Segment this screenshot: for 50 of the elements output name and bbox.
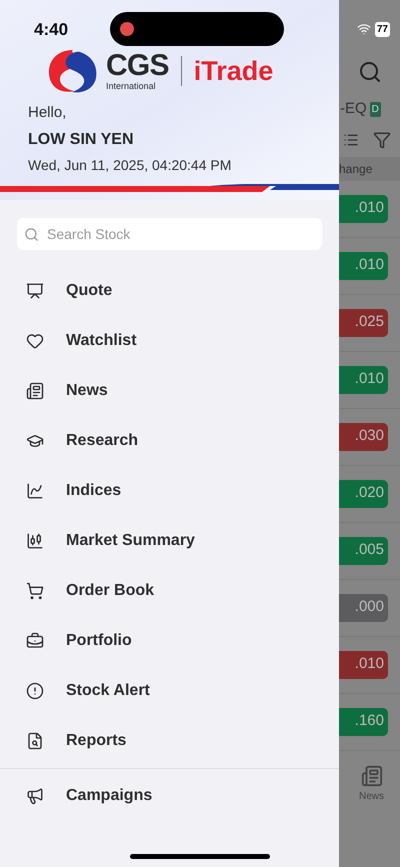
alert-icon xyxy=(26,682,44,700)
search-icon xyxy=(24,227,39,242)
menu-item[interactable]: Quote xyxy=(0,266,339,316)
news-icon xyxy=(360,764,382,786)
change-pill: .000 xyxy=(339,594,388,622)
wifi-icon xyxy=(356,22,371,36)
nav-label: News xyxy=(358,790,384,804)
menu-item[interactable]: Stock Alert xyxy=(0,666,339,716)
brand-name: CGS xyxy=(106,51,169,81)
menu-item[interactable]: Research xyxy=(0,416,339,466)
menu-item[interactable]: Order Book xyxy=(0,566,339,616)
graduation-cap-icon xyxy=(26,432,44,450)
line-chart-icon xyxy=(26,482,44,500)
search-field[interactable]: Search Stock xyxy=(17,218,322,250)
change-pill: .160 xyxy=(339,708,388,736)
change-pill: .010 xyxy=(339,650,388,678)
menu-item[interactable]: Reports xyxy=(0,716,339,766)
change-pill: .030 xyxy=(339,422,388,450)
change-pill: .025 xyxy=(339,308,388,336)
newspaper-icon xyxy=(26,382,44,400)
change-pill: .010 xyxy=(339,366,388,394)
brand-subtitle: International xyxy=(106,82,157,91)
greeting: Hello, xyxy=(28,103,68,123)
change-pill: .010 xyxy=(339,194,388,222)
change-pill: .020 xyxy=(339,480,388,508)
column-heading: hange xyxy=(339,160,372,178)
menu-item[interactable]: Market Summary xyxy=(0,516,339,566)
heart-icon xyxy=(26,332,44,350)
battery-level: 77 xyxy=(374,22,390,36)
menu-item[interactable]: News xyxy=(0,366,339,416)
user-name: LOW SIN YEN xyxy=(28,130,134,150)
menu-item[interactable]: Indices xyxy=(0,466,339,516)
menu-item[interactable]: Portfolio xyxy=(0,616,339,666)
date-time: Wed, Jun 11, 2025, 04:20:44 PM xyxy=(28,156,232,174)
list-icon xyxy=(343,132,359,148)
filter-icon xyxy=(373,130,391,148)
change-pill: .005 xyxy=(339,536,388,564)
board-label: -EQ xyxy=(340,99,367,119)
candlestick-icon xyxy=(26,532,44,550)
search-icon xyxy=(358,60,382,84)
menu-item[interactable]: Campaigns xyxy=(0,771,339,821)
menu-item[interactable]: Watchlist xyxy=(0,316,339,366)
product-name: iTrade xyxy=(194,54,274,88)
board-badge: D xyxy=(370,102,381,117)
cart-icon xyxy=(26,582,44,600)
file-search-icon xyxy=(26,732,44,750)
change-pill: .010 xyxy=(339,252,388,280)
status-time: 4:40 xyxy=(34,19,68,42)
megaphone-icon xyxy=(26,787,44,805)
briefcase-icon xyxy=(26,632,44,650)
